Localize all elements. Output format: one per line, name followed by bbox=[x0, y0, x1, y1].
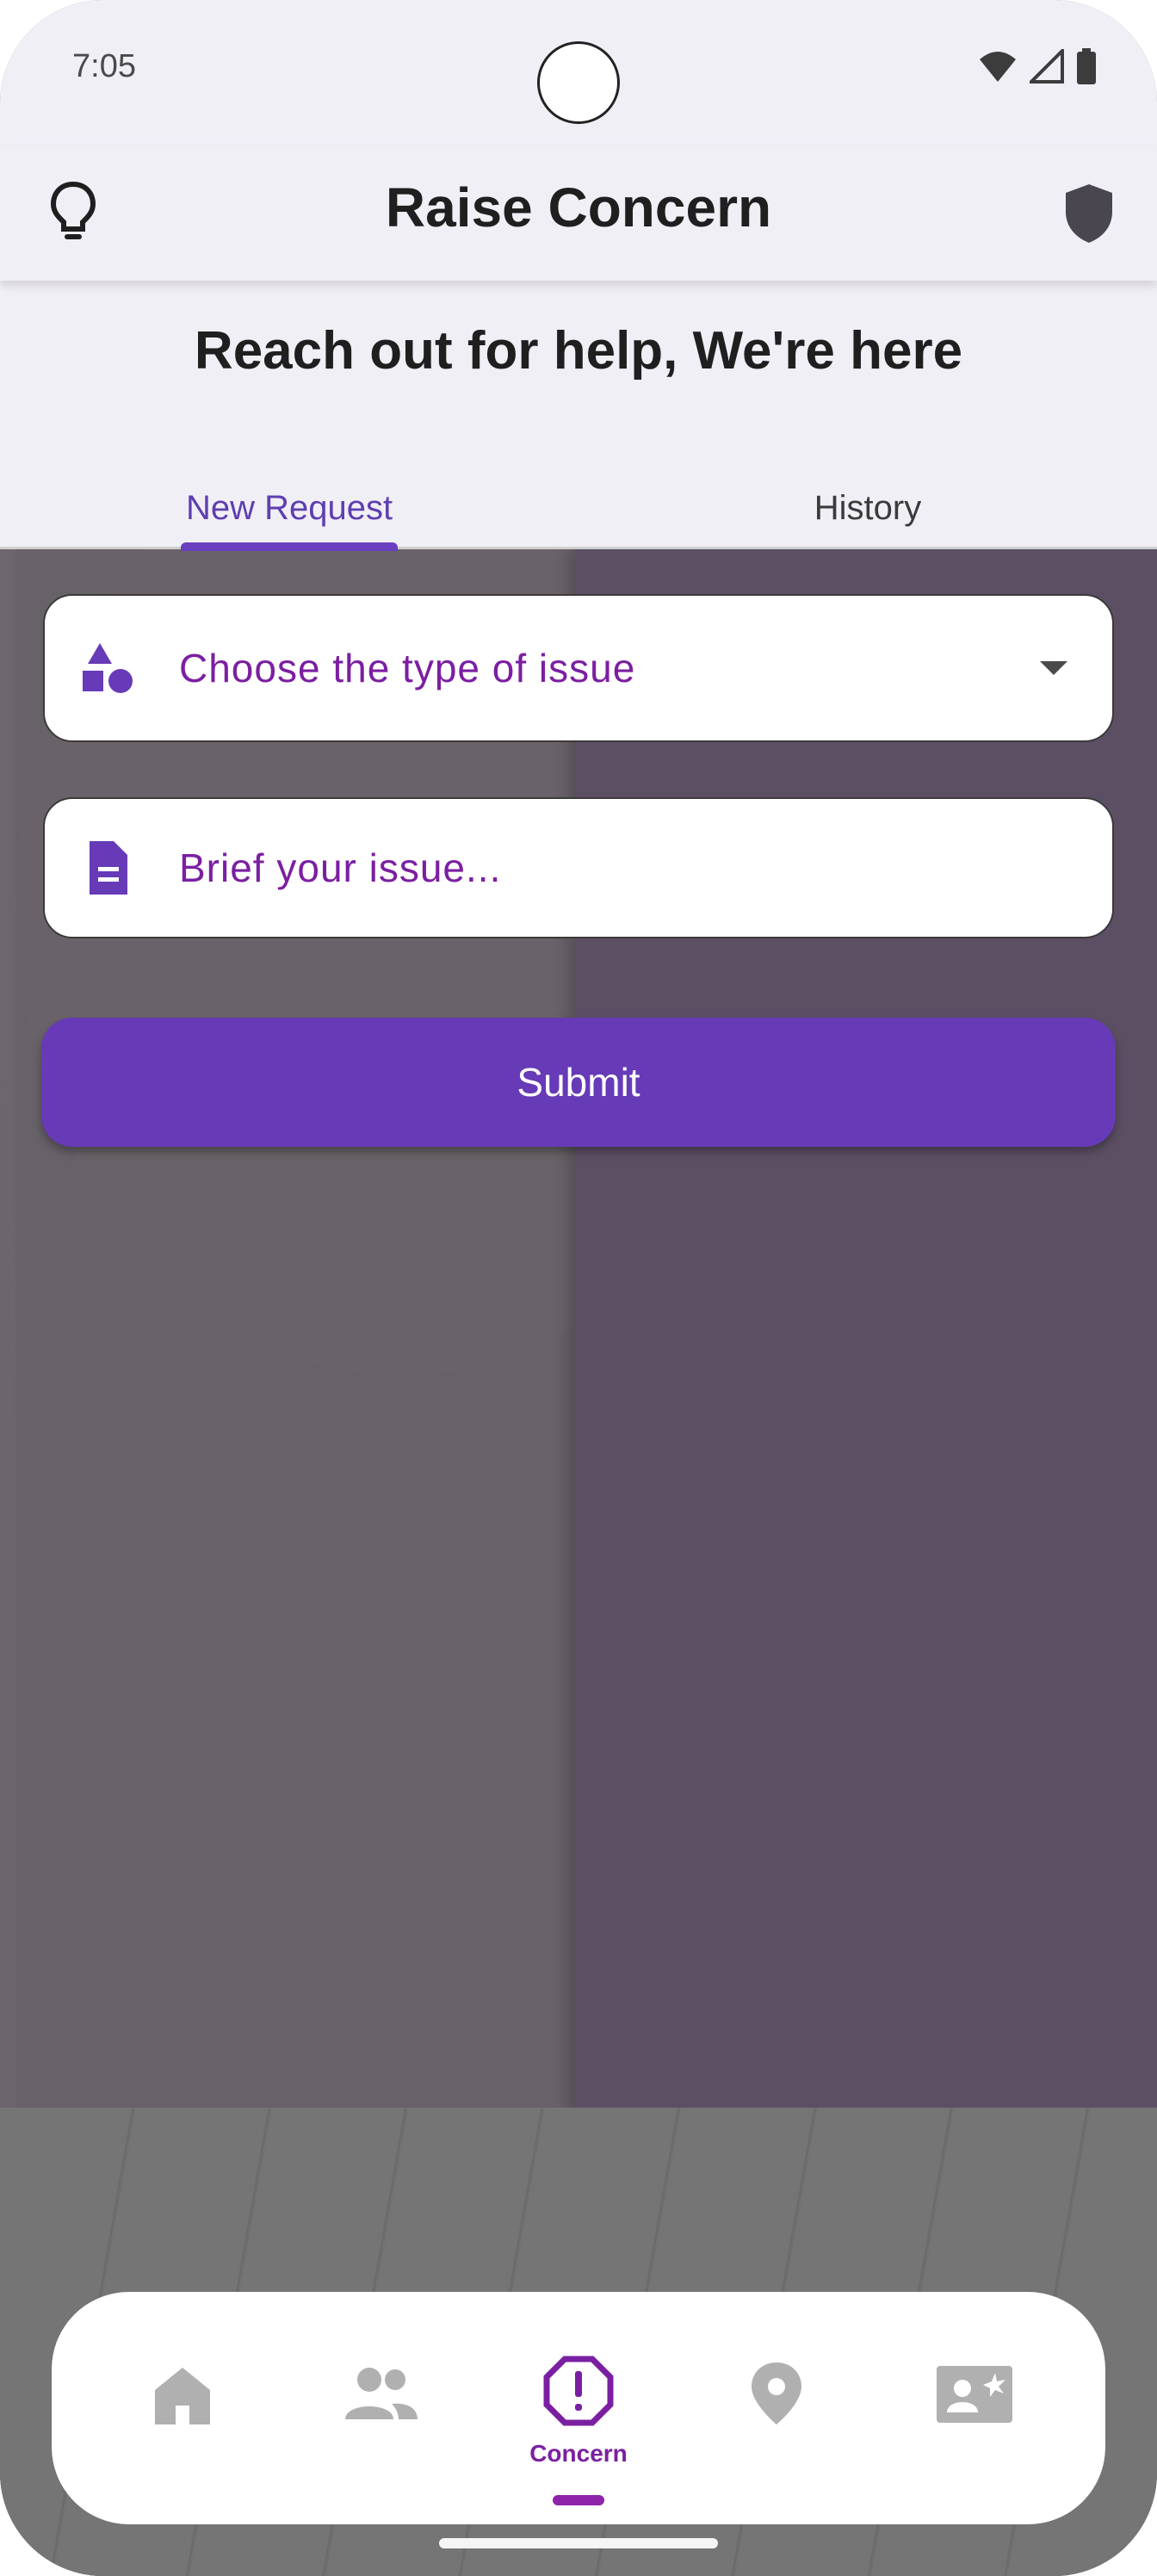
home-icon bbox=[155, 2368, 210, 2424]
phone-screen: 7:05 Raise Concern Reach out for help, W… bbox=[0, 0, 1157, 2576]
issue-description-input[interactable]: Brief your issue... bbox=[43, 797, 1114, 938]
home-indicator[interactable] bbox=[439, 2538, 718, 2548]
page-title: Raise Concern bbox=[385, 176, 772, 238]
submit-button[interactable]: Submit bbox=[41, 1018, 1116, 1147]
bottom-navigation: Concern bbox=[52, 2292, 1105, 2524]
status-bar: 7:05 bbox=[0, 0, 1157, 146]
location-pin-icon bbox=[752, 2362, 801, 2424]
chevron-down-icon[interactable] bbox=[1040, 661, 1067, 675]
nav-people[interactable] bbox=[294, 2292, 467, 2524]
nav-concern[interactable]: Concern bbox=[492, 2292, 665, 2524]
status-icons bbox=[978, 48, 1097, 84]
background-door bbox=[575, 549, 1157, 2116]
shield-icon[interactable] bbox=[1059, 179, 1119, 248]
issue-type-dropdown[interactable]: Choose the type of issue bbox=[43, 594, 1114, 742]
status-time: 7:05 bbox=[72, 48, 136, 84]
tagline: Reach out for help, We're here bbox=[194, 321, 963, 381]
tab-new-request[interactable]: New Request bbox=[0, 444, 578, 549]
shapes-icon bbox=[83, 643, 133, 693]
tab-bar: New Request History bbox=[0, 444, 1157, 551]
tab-indicator bbox=[181, 542, 398, 551]
header-section: Reach out for help, We're here New Reque… bbox=[0, 281, 1157, 551]
tab-history[interactable]: History bbox=[578, 444, 1157, 549]
alert-octagon-icon bbox=[543, 2356, 614, 2426]
contact-card-icon bbox=[937, 2366, 1012, 2423]
document-icon bbox=[90, 841, 127, 895]
issue-type-placeholder: Choose the type of issue bbox=[179, 646, 636, 690]
wifi-icon bbox=[980, 52, 1016, 82]
nav-concern-label: Concern bbox=[529, 2440, 628, 2467]
nav-location[interactable] bbox=[690, 2292, 863, 2524]
battery-icon bbox=[1077, 48, 1096, 84]
app-bar: Raise Concern bbox=[0, 146, 1157, 281]
signal-icon bbox=[1030, 49, 1064, 84]
camera-cutout bbox=[537, 41, 620, 124]
people-icon bbox=[345, 2368, 418, 2419]
nav-home[interactable] bbox=[96, 2292, 269, 2524]
nav-contact[interactable] bbox=[888, 2292, 1061, 2524]
issue-description-placeholder: Brief your issue... bbox=[179, 845, 502, 890]
nav-active-indicator bbox=[553, 2495, 604, 2505]
